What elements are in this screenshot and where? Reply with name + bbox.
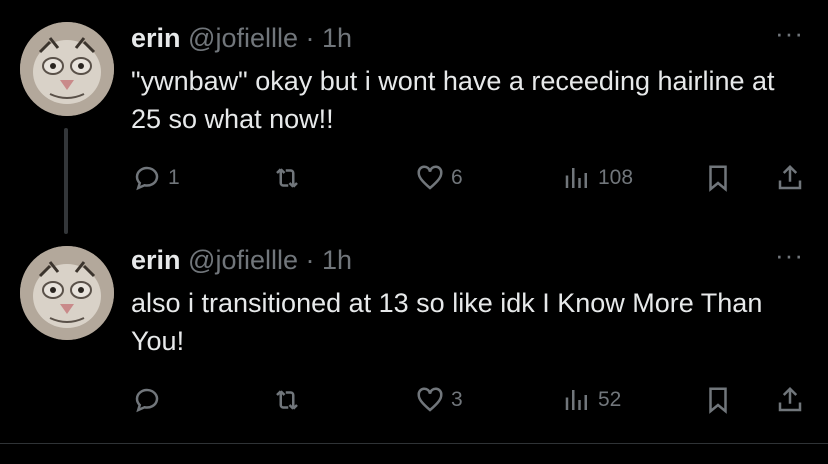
timestamp[interactable]: 1h [322,23,352,53]
heart-icon [417,165,443,190]
reply-icon [135,166,159,191]
retweet-button[interactable] [272,158,308,198]
views-icon [565,168,587,188]
tweet-header: erin @jofiellle · 1h [131,22,352,54]
action-bar: 1 6 108 [0,158,828,198]
like-count: 6 [451,166,463,189]
retweet-icon [276,390,298,410]
avatar[interactable] [20,22,114,116]
user-handle[interactable]: @jofiellle [188,245,298,275]
reply-count: 1 [168,166,180,189]
divider [0,443,828,444]
timestamp[interactable]: 1h [322,245,352,275]
separator: · [305,23,315,53]
action-bar: 3 52 [0,380,828,420]
like-button[interactable]: 6 [415,158,463,198]
views-icon [565,390,587,410]
bookmark-button[interactable] [703,380,733,420]
share-button[interactable] [775,158,805,198]
tweet-text: "ywnbaw" okay but i wont have a receedin… [131,66,775,134]
more-options-icon[interactable]: ··· [775,240,804,271]
retweet-icon [276,168,298,188]
view-count: 52 [598,388,622,411]
bookmark-icon [709,165,727,192]
reply-button[interactable] [132,380,168,420]
avatar[interactable] [20,246,114,340]
retweet-button[interactable] [272,380,308,420]
views-button[interactable]: 52 [562,380,621,420]
bookmark-icon [709,387,727,414]
tiger-avatar-icon [20,22,114,116]
display-name[interactable]: erin [131,23,181,53]
display-name[interactable]: erin [131,245,181,275]
tiger-avatar-icon [20,246,114,340]
like-count: 3 [451,388,463,411]
share-icon [778,386,802,412]
share-button[interactable] [775,380,805,420]
reply-button[interactable]: 1 [132,158,180,198]
separator: · [305,245,315,275]
tweet-header: erin @jofiellle · 1h [131,244,352,276]
like-button[interactable]: 3 [415,380,463,420]
reply-icon [135,388,159,413]
tweet-text: also i transitioned at 13 so like idk I … [131,288,763,356]
view-count: 108 [598,166,634,189]
user-handle[interactable]: @jofiellle [188,23,298,53]
heart-icon [417,387,443,412]
bookmark-button[interactable] [703,158,733,198]
more-options-icon[interactable]: ··· [775,18,804,49]
share-icon [778,164,802,190]
views-button[interactable]: 108 [562,158,633,198]
